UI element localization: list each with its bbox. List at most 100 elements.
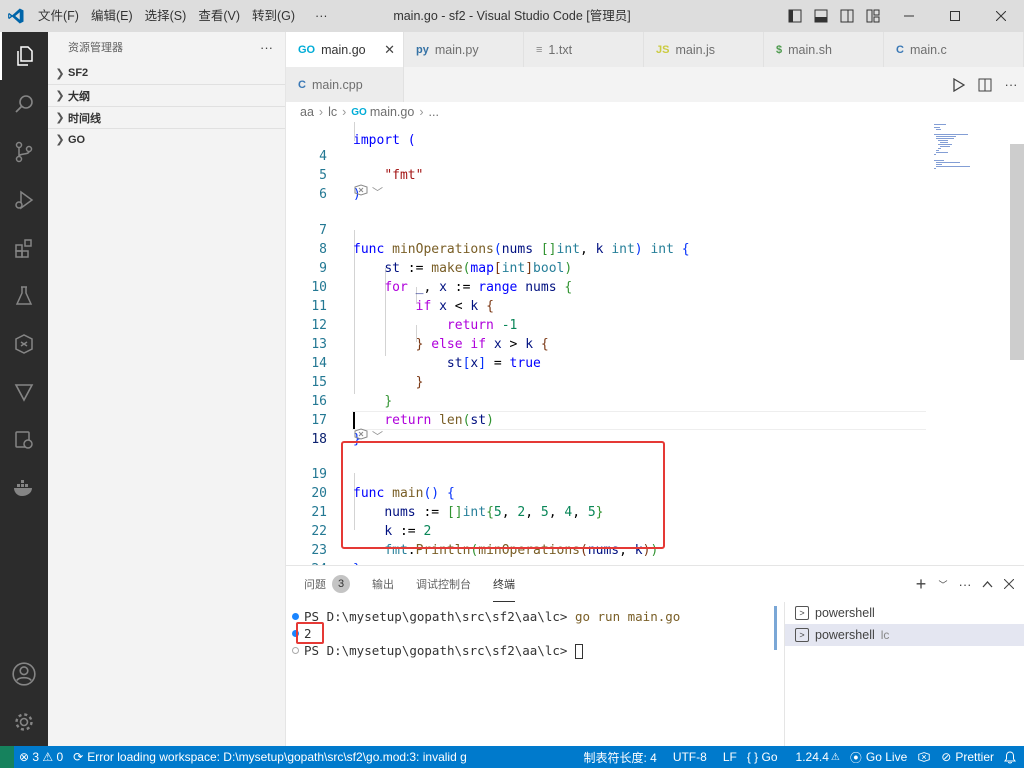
tab-label: 终端 <box>493 578 515 591</box>
section-timeline[interactable]: ❯ 时间线 <box>48 106 285 128</box>
tab-label: main.js <box>675 42 716 57</box>
toggle-panel-icon[interactable] <box>808 0 834 32</box>
vscode-logo-icon[interactable] <box>0 0 32 32</box>
status-message: Error loading workspace: D:\mysetup\gopa… <box>87 750 467 764</box>
explorer-icon[interactable] <box>0 32 48 80</box>
code-editor[interactable]: import ( 4 "fmt" 5 ) 6 ﹀ 7 func minOpera… <box>286 122 1024 565</box>
section-label: 时间线 <box>68 112 101 125</box>
menu-more[interactable]: ··· <box>309 0 334 32</box>
menu-go[interactable]: 转到(G) <box>246 0 301 32</box>
python-file-icon: py <box>416 43 429 56</box>
codegeex-icon[interactable] <box>0 320 48 368</box>
close-panel-icon[interactable] <box>998 579 1020 589</box>
code-line: 8 st := make(map[int]bool) <box>286 221 1024 276</box>
code-line: 16 return len(st) <box>286 373 1024 428</box>
tab-main-sh[interactable]: $ main.sh <box>764 32 884 67</box>
toggle-secondary-sidebar-icon[interactable] <box>834 0 860 32</box>
run-debug-icon[interactable] <box>0 176 48 224</box>
menu-view[interactable]: 查看(V) <box>192 0 246 32</box>
tab-main-cpp[interactable]: C main.cpp <box>286 67 404 102</box>
tab-main-js[interactable]: JS main.js <box>644 32 764 67</box>
terminal-list-item[interactable]: > powershell <box>785 602 1024 624</box>
docker-icon[interactable] <box>0 464 48 512</box>
maximize-icon[interactable] <box>932 0 978 32</box>
language-mode-status[interactable]: { } Go <box>742 746 783 768</box>
code-line: 10 if x < k { <box>286 259 1024 314</box>
menu-file[interactable]: 文件(F) <box>32 0 85 32</box>
tab-label: 输出 <box>372 579 394 591</box>
notifications-bell-icon[interactable] <box>999 746 1024 768</box>
menu-edit[interactable]: 编辑(E) <box>85 0 139 32</box>
sidebar-more-actions[interactable]: ··· <box>260 40 273 55</box>
codegeex-icon <box>918 752 930 762</box>
extensions-icon[interactable] <box>0 224 48 272</box>
remote-indicator[interactable] <box>0 746 14 768</box>
breadcrumb-item[interactable]: aa <box>300 105 314 119</box>
more-actions-icon[interactable]: ··· <box>998 77 1024 92</box>
breadcrumb-item[interactable]: lc <box>328 105 337 119</box>
c-file-icon: C <box>896 43 904 56</box>
section-go[interactable]: ❯ GO <box>48 128 285 150</box>
bottom-panel: 问题 3 输出 调试控制台 终端 + ﹀ ··· PS D:\mysetup\go… <box>286 565 1024 747</box>
go-version-status[interactable]: 1.24.4 ⚠ <box>791 746 845 768</box>
tab-main-go[interactable]: GO main.go ✕ <box>286 32 404 67</box>
manage-gear-icon[interactable] <box>0 698 48 746</box>
close-window-icon[interactable] <box>978 0 1024 32</box>
breadcrumb-item[interactable]: main.go <box>370 105 414 119</box>
new-terminal-icon[interactable]: + <box>910 574 932 595</box>
prettier-status[interactable]: ⊘ Prettier <box>936 746 999 768</box>
eol-status[interactable]: LF <box>718 746 742 768</box>
tab-main-py[interactable]: py main.py <box>404 32 524 67</box>
customize-layout-icon[interactable] <box>860 0 886 32</box>
accounts-icon[interactable] <box>0 650 48 698</box>
code-line: 6 <box>286 166 1024 202</box>
tab-terminal[interactable]: 终端 <box>493 566 515 602</box>
chevron-right-icon: ❯ <box>55 112 65 124</box>
command-success-dot-icon[interactable] <box>292 613 299 620</box>
section-sf2[interactable]: ❯ SF2 <box>48 62 285 84</box>
codegeex-status[interactable] <box>912 746 936 768</box>
code-line: 4 "fmt" <box>286 128 1024 183</box>
tab-main-c[interactable]: C main.c <box>884 32 1024 67</box>
terminal-scrollbar[interactable] <box>774 606 777 650</box>
toggle-primary-sidebar-icon[interactable] <box>782 0 808 32</box>
codegeex-codelens[interactable]: ﹀ <box>353 184 383 203</box>
tab-debug-console[interactable]: 调试控制台 <box>416 566 471 602</box>
tab-label: 问题 <box>304 579 326 591</box>
breadcrumb-item[interactable]: ... <box>429 105 439 119</box>
remote-explorer-icon[interactable] <box>0 416 48 464</box>
tab-problems[interactable]: 问题 3 <box>304 566 350 602</box>
terminal-icon: > <box>795 628 809 642</box>
gitlens-icon[interactable] <box>0 368 48 416</box>
terminal-name: powershell <box>815 606 875 620</box>
menu-selection[interactable]: 选择(S) <box>139 0 193 32</box>
text-cursor <box>353 412 355 429</box>
command-pending-dot-icon[interactable] <box>292 647 299 654</box>
terminal-list-item[interactable]: > powershell lc <box>785 624 1024 646</box>
tab-label: main.go <box>321 42 366 57</box>
tab-1-txt[interactable]: ≡ 1.txt <box>524 32 644 67</box>
sidebar-title: 资源管理器 <box>68 42 123 54</box>
status-bar: ⊗ 3 ⚠ 0 ⟳ Error loading workspace: D:\my… <box>0 746 1024 768</box>
testing-icon[interactable] <box>0 272 48 320</box>
indentation-status[interactable]: 制表符长度: 4 <box>578 746 661 768</box>
close-icon[interactable]: ✕ <box>384 42 395 58</box>
terminal-list: > powershell > powershell lc <box>784 602 1024 747</box>
run-file-icon[interactable] <box>946 77 972 92</box>
workspace-error-status[interactable]: ⟳ Error loading workspace: D:\mysetup\go… <box>68 746 472 768</box>
editor-scrollbar[interactable] <box>1010 144 1024 360</box>
minimap[interactable] <box>926 122 1006 182</box>
maximize-panel-icon[interactable] <box>976 580 998 588</box>
javascript-file-icon: JS <box>656 43 670 56</box>
go-live-status[interactable]: ⦿ Go Live <box>845 746 912 768</box>
encoding-status[interactable]: UTF-8 <box>668 746 712 768</box>
tab-output[interactable]: 输出 <box>372 566 394 602</box>
minimize-icon[interactable] <box>886 0 932 32</box>
source-control-icon[interactable] <box>0 128 48 176</box>
split-editor-icon[interactable] <box>972 78 998 92</box>
problems-status[interactable]: ⊗ 3 ⚠ 0 <box>14 746 68 768</box>
chevron-down-icon[interactable]: ﹀ <box>932 578 954 591</box>
section-outline[interactable]: ❯ 大纲 <box>48 84 285 106</box>
more-actions-icon[interactable]: ··· <box>954 577 976 592</box>
search-icon[interactable] <box>0 80 48 128</box>
